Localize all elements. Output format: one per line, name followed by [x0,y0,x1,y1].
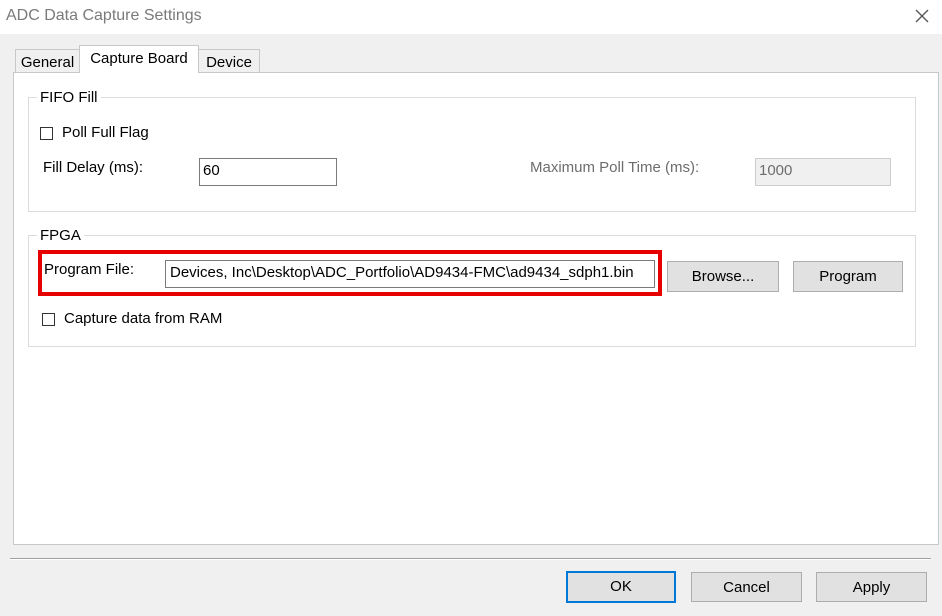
close-icon [915,9,929,23]
browse-button[interactable]: Browse... [667,261,779,292]
ok-button[interactable]: OK [566,571,676,603]
poll-full-flag-label: Poll Full Flag [62,124,149,141]
program-file-highlight [38,250,662,296]
footer-separator [10,558,931,560]
tab-device[interactable]: Device [198,49,260,73]
apply-button[interactable]: Apply [816,572,927,602]
fifo-fill-group [28,97,916,212]
fifo-fill-group-label: FIFO Fill [37,89,101,106]
fpga-group-label: FPGA [37,227,84,244]
tab-general[interactable]: General [15,49,80,73]
tab-capture-board[interactable]: Capture Board [79,45,199,73]
max-poll-time-input[interactable]: 1000 [755,158,891,186]
fill-delay-input[interactable]: 60 [199,158,337,186]
program-button[interactable]: Program [793,261,903,292]
close-button[interactable] [908,4,936,28]
cancel-button[interactable]: Cancel [691,572,802,602]
fill-delay-label: Fill Delay (ms): [43,159,143,176]
capture-from-ram-checkbox[interactable] [42,313,55,326]
window-title: ADC Data Capture Settings [6,7,202,24]
capture-from-ram-label: Capture data from RAM [64,310,223,327]
poll-full-flag-checkbox[interactable] [40,127,53,140]
title-bar: ADC Data Capture Settings [0,0,942,34]
max-poll-time-label: Maximum Poll Time (ms): [530,159,700,176]
